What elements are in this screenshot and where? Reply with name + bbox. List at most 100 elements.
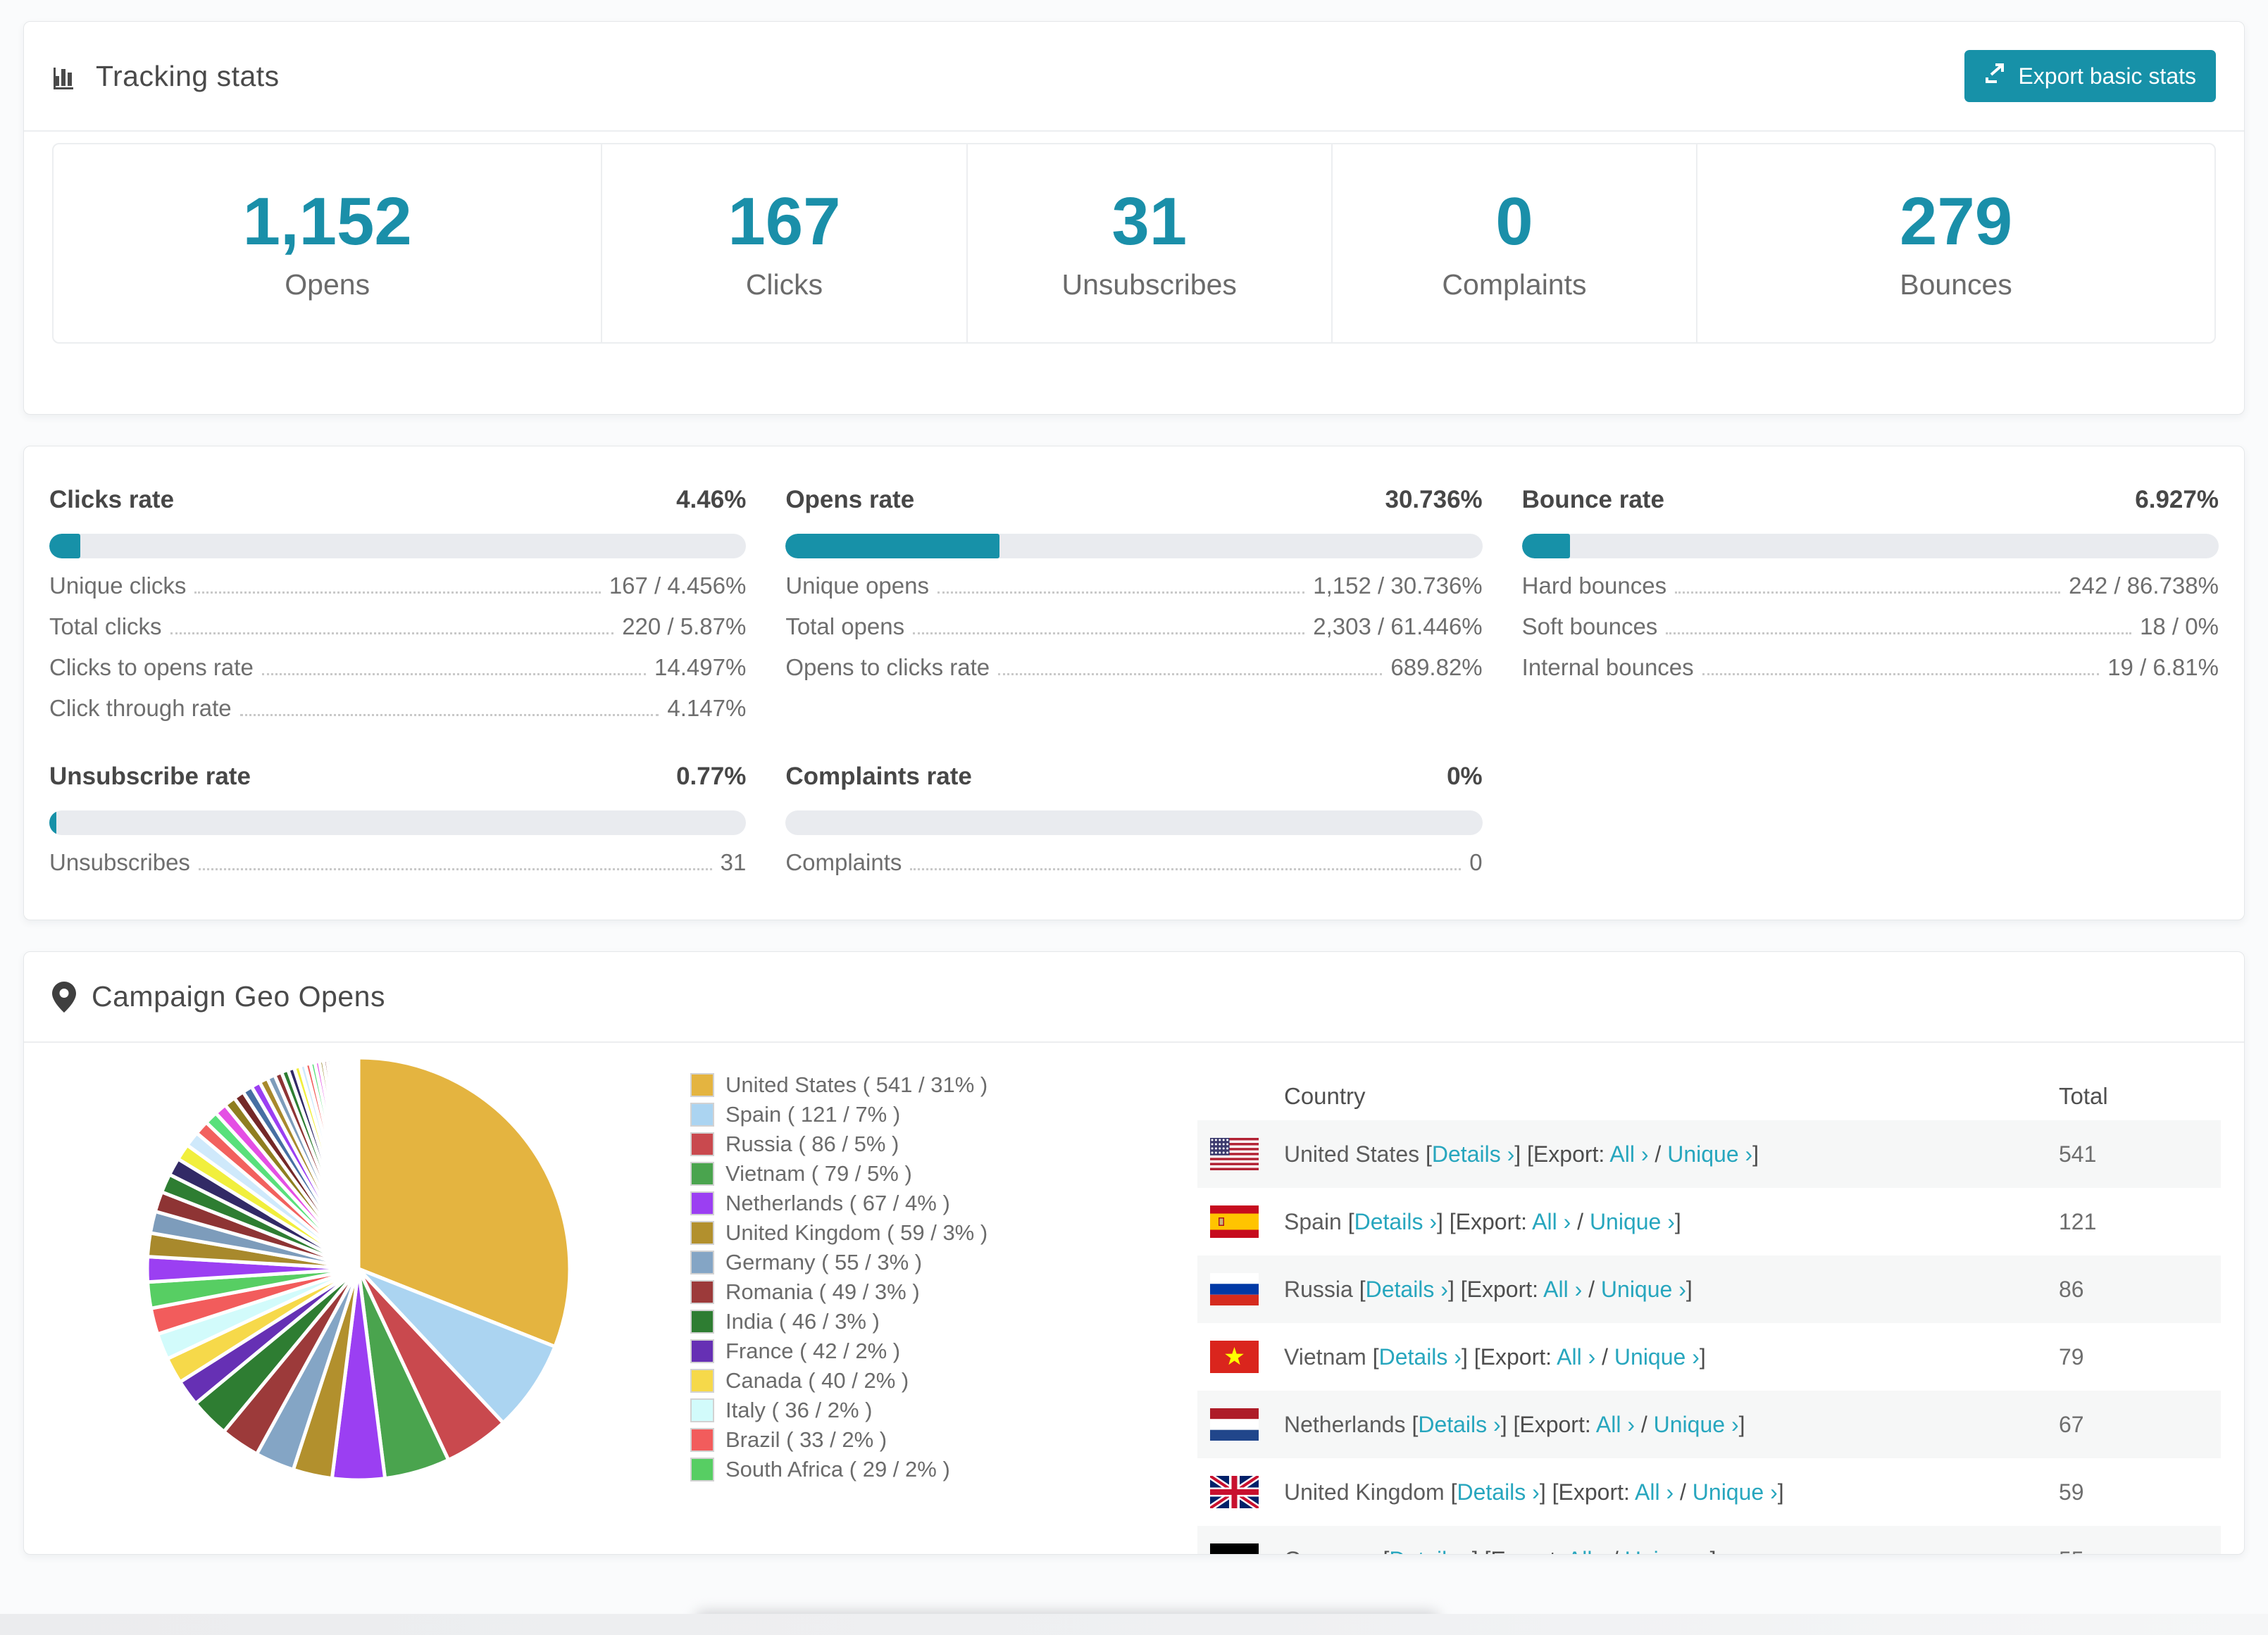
progress-track [785, 810, 1483, 835]
progress-track [1521, 534, 2219, 558]
progress-fill [49, 810, 56, 835]
table-row-germany: Germany [Details ›] [Export: All › / Uni… [1197, 1526, 2221, 1554]
column-header-total: Total [2059, 1083, 2108, 1109]
details-link[interactable]: Details › [1354, 1209, 1437, 1234]
country-name: Spain [1284, 1208, 1342, 1234]
export-all-link[interactable]: All › [1543, 1277, 1582, 1302]
rate-detail-label: Unique clicks [49, 572, 187, 599]
export-all-link[interactable]: All › [1596, 1412, 1635, 1437]
rate-detail-value: 2,303 / 61.446% [1313, 613, 1483, 640]
rates-grid: Clicks rate 4.46% Unique clicks 167 / 4.456… [49, 486, 2219, 876]
legend-swatch [690, 1279, 714, 1304]
legend-swatch [690, 1457, 714, 1481]
details-link[interactable]: Details › [1366, 1277, 1448, 1302]
tracking-stats-card: Tracking stats Export basic stats 1,152 … [23, 21, 2245, 415]
stat-label: Opens [285, 268, 370, 301]
rate-detail-label: Unique opens [785, 572, 929, 599]
dotted-leader [910, 868, 1462, 870]
stat-label: Bounces [1900, 268, 2012, 301]
legend-swatch [690, 1339, 714, 1363]
table-row-russia: Russia [Details ›] [Export: All › / Uniq… [1197, 1255, 2221, 1323]
legend-item-india: India ( 46 / 3% ) [690, 1309, 1197, 1334]
country-name: Vietnam [1284, 1343, 1366, 1370]
country-total: 79 [2059, 1343, 2084, 1370]
progress-track [49, 810, 747, 835]
details-link[interactable]: Details › [1389, 1547, 1471, 1555]
rate-value: 6.927% [2135, 486, 2219, 513]
rate-detail-row: Total clicks 220 / 5.87% [49, 599, 746, 640]
dotted-leader [913, 632, 1305, 634]
stat-label: Clicks [745, 268, 823, 301]
rate-value: 0% [1447, 763, 1483, 790]
progress-fill [49, 534, 81, 558]
rates-card: Clicks rate 4.46% Unique clicks 167 / 4.456… [23, 446, 2245, 920]
rate-value: 30.736% [1385, 486, 1483, 513]
stat-opens: 1,152 Opens [54, 144, 601, 342]
legend-item-france: France ( 42 / 2% ) [690, 1339, 1197, 1363]
export-unique-link[interactable]: Unique › [1693, 1479, 1778, 1505]
details-link[interactable]: Details › [1432, 1141, 1514, 1167]
rate-section-clicks-rate: Clicks rate 4.46% Unique clicks 167 / 4.456… [49, 486, 747, 722]
export-all-link[interactable]: All › [1532, 1209, 1571, 1234]
rate-detail-row: Unique clicks 167 / 4.456% [49, 558, 746, 599]
dotted-leader [170, 632, 614, 634]
export-prefix: Export: [1490, 1547, 1562, 1555]
rate-detail-value: 0 [1469, 849, 1483, 876]
country-name: Germany [1284, 1547, 1377, 1555]
legend-label: Canada ( 40 / 2% ) [725, 1367, 909, 1393]
rate-detail-label: Hard bounces [1521, 572, 1667, 599]
rate-detail-row: Unsubscribes 31 [49, 835, 746, 876]
export-unique-link[interactable]: Unique › [1625, 1547, 1710, 1555]
legend-label: Russia ( 86 / 5% ) [725, 1131, 899, 1156]
export-unique-link[interactable]: Unique › [1614, 1344, 1700, 1370]
export-unique-link[interactable]: Unique › [1667, 1141, 1752, 1167]
legend-swatch [690, 1161, 714, 1186]
legend-item-united-states: United States ( 541 / 31% ) [690, 1072, 1197, 1097]
details-link[interactable]: Details › [1379, 1344, 1462, 1370]
rate-section-opens-rate: Opens rate 30.736% Unique opens 1,152 / 30.… [785, 486, 1483, 722]
stat-value: 279 [1899, 184, 2013, 259]
rate-title: Clicks rate [49, 486, 175, 513]
geo-table: Country Total United States [Details ›] … [1197, 1053, 2221, 1554]
legend-swatch [690, 1191, 714, 1215]
export-unique-link[interactable]: Unique › [1601, 1277, 1686, 1302]
rate-detail-value: 167 / 4.456% [609, 572, 747, 599]
rate-detail-value: 220 / 5.87% [622, 613, 747, 640]
stat-label: Complaints [1442, 268, 1587, 301]
legend-swatch [690, 1309, 714, 1334]
export-basic-stats-button[interactable]: Export basic stats [1964, 50, 2216, 102]
export-all-link[interactable]: All › [1557, 1344, 1595, 1370]
legend-label: Netherlands ( 67 / 4% ) [725, 1190, 950, 1215]
flag-es-icon [1210, 1205, 1259, 1238]
legend-label: Brazil ( 33 / 2% ) [725, 1427, 887, 1452]
rate-detail-row: Complaints 0 [785, 835, 1482, 876]
export-unique-link[interactable]: Unique › [1654, 1412, 1739, 1437]
export-all-link[interactable]: All › [1567, 1547, 1606, 1555]
table-row-vietnam: Vietnam [Details ›] [Export: All › / Uni… [1197, 1323, 2221, 1391]
export-prefix: Export: [1466, 1276, 1538, 1302]
flag-nl-icon [1210, 1408, 1259, 1441]
export-unique-link[interactable]: Unique › [1590, 1209, 1675, 1234]
export-all-link[interactable]: All › [1609, 1141, 1648, 1167]
country-name: Russia [1284, 1276, 1353, 1302]
legend-item-italy: Italy ( 36 / 2% ) [690, 1398, 1197, 1422]
country-total: 55 [2059, 1547, 2221, 1555]
rate-detail-value: 4.147% [667, 695, 747, 722]
rate-detail-row: Clicks to opens rate 14.497% [49, 640, 746, 681]
rate-detail-value: 242 / 86.738% [2069, 572, 2219, 599]
legend-swatch [690, 1220, 714, 1245]
geo-body: United States ( 541 / 31% ) Spain ( 121 /… [24, 1043, 2244, 1554]
tracking-stats-title: Tracking stats [52, 60, 280, 93]
flag-us-icon [1210, 1138, 1259, 1170]
export-all-link[interactable]: All › [1635, 1479, 1674, 1505]
details-link[interactable]: Details › [1457, 1479, 1539, 1505]
geo-title: Campaign Geo Opens [52, 980, 385, 1013]
legend-label: Romania ( 49 / 3% ) [725, 1279, 920, 1304]
details-link[interactable]: Details › [1418, 1412, 1500, 1437]
tracking-stats-header: Tracking stats Export basic stats [24, 22, 2244, 132]
pie-legend: United States ( 541 / 31% ) Spain ( 121 /… [662, 1053, 1197, 1546]
rate-detail-label: Opens to clicks rate [785, 654, 990, 681]
flag-vn-icon [1210, 1341, 1259, 1373]
flag-gb-icon [1210, 1476, 1259, 1508]
country-total: 67 [2059, 1411, 2084, 1437]
